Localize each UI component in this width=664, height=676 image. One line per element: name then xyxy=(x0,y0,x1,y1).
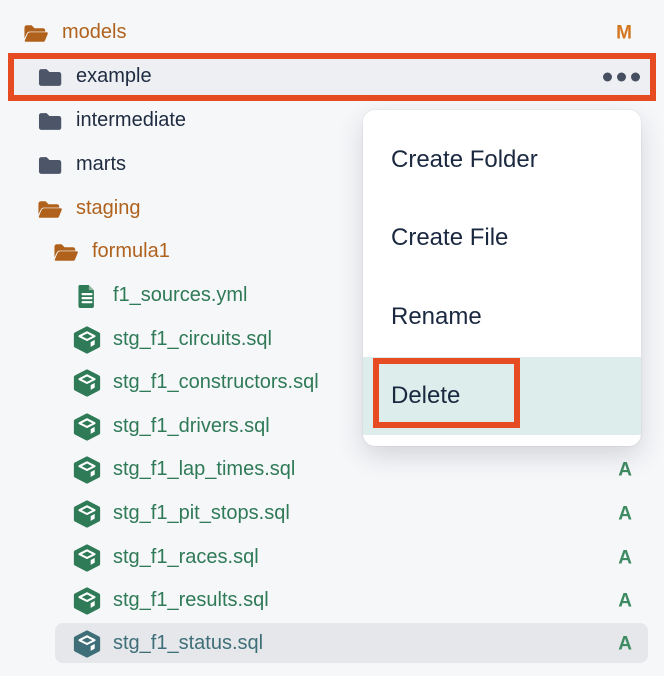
tree-row-models[interactable]: models M xyxy=(0,11,664,55)
tree-row-label: stg_f1_races.sql xyxy=(113,547,259,569)
folder-icon xyxy=(34,67,66,88)
menu-item-create-file[interactable]: Create File xyxy=(363,214,641,262)
model-cube-icon xyxy=(71,456,103,484)
tree-row-stg-f1-results-sql[interactable]: stg_f1_results.sql A xyxy=(0,579,664,623)
tree-row-label: formula1 xyxy=(92,241,170,263)
model-cube-icon xyxy=(71,326,103,354)
file-tree-panel: models M example intermediate marts stag… xyxy=(0,0,664,676)
tree-row-label: stg_f1_drivers.sql xyxy=(113,416,270,438)
tree-row-label: example xyxy=(76,66,152,88)
tree-row-label: stg_f1_circuits.sql xyxy=(113,329,272,351)
menu-item-label: Delete xyxy=(391,382,460,410)
git-status-badge: A xyxy=(618,461,632,480)
model-cube-icon xyxy=(71,587,103,615)
folder-open-icon xyxy=(34,199,66,220)
tree-row-label: models xyxy=(62,22,126,44)
folder-icon xyxy=(34,111,66,132)
tree-row-label: f1_sources.yml xyxy=(113,285,248,307)
tree-row-stg-f1-races-sql[interactable]: stg_f1_races.sql A xyxy=(0,536,664,580)
menu-item-label: Create Folder xyxy=(391,146,538,174)
folder-open-icon xyxy=(20,23,52,44)
git-status-badge: M xyxy=(616,24,632,43)
tree-row-stg-f1-pit-stops-sql[interactable]: stg_f1_pit_stops.sql A xyxy=(0,492,664,536)
tree-row-label: stg_f1_pit_stops.sql xyxy=(113,503,290,525)
row-actions-ellipsis-icon[interactable] xyxy=(603,73,640,82)
model-cube-icon xyxy=(71,413,103,441)
tree-row-stg-f1-lap-times-sql[interactable]: stg_f1_lap_times.sql A xyxy=(0,448,664,492)
model-cube-icon xyxy=(71,500,103,528)
menu-item-create-folder[interactable]: Create Folder xyxy=(363,136,641,184)
folder-open-icon xyxy=(50,242,82,263)
menu-item-label: Create File xyxy=(391,224,508,252)
tree-row-label: stg_f1_results.sql xyxy=(113,590,269,612)
tree-row-label: marts xyxy=(76,154,126,176)
menu-item-label: Rename xyxy=(391,303,482,331)
tree-row-label: stg_f1_constructors.sql xyxy=(113,372,319,394)
menu-item-rename[interactable]: Rename xyxy=(363,293,641,341)
tree-row-stg-f1-status-sql[interactable]: stg_f1_status.sql A xyxy=(0,622,664,666)
yml-file-icon xyxy=(71,283,103,310)
tree-row-example[interactable]: example xyxy=(0,53,664,101)
tree-row-label: stg_f1_status.sql xyxy=(113,633,263,655)
tree-row-label: staging xyxy=(76,198,141,220)
folder-icon xyxy=(34,155,66,176)
git-status-badge: A xyxy=(618,549,632,568)
menu-item-delete[interactable]: Delete xyxy=(363,357,641,435)
tree-row-label: stg_f1_lap_times.sql xyxy=(113,459,295,481)
context-menu: Create Folder Create File Rename Delete xyxy=(363,110,641,446)
git-status-badge: A xyxy=(618,635,632,654)
model-cube-icon xyxy=(71,544,103,572)
git-status-badge: A xyxy=(618,592,632,611)
model-cube-icon xyxy=(71,630,103,658)
model-cube-icon xyxy=(71,369,103,397)
tree-row-label: intermediate xyxy=(76,110,186,132)
git-status-badge: A xyxy=(618,505,632,524)
